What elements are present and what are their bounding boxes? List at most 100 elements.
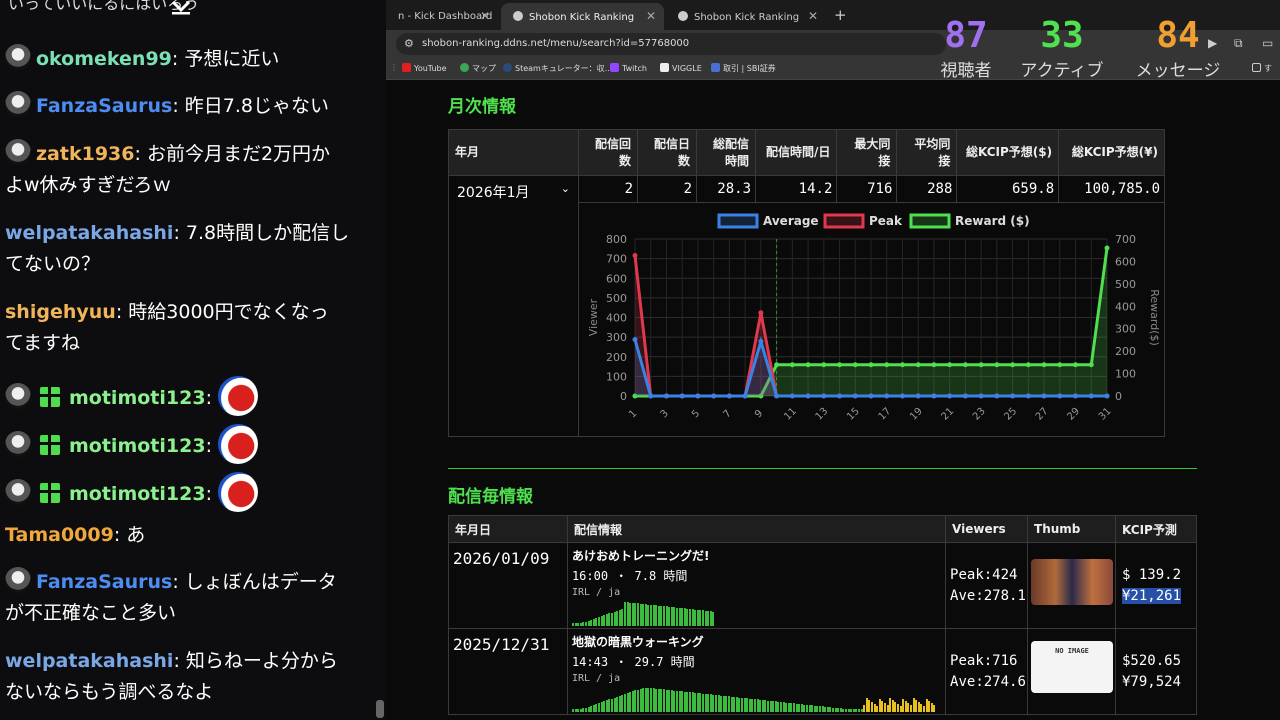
- col-hours-per-day: 配信時間/日: [754, 129, 838, 176]
- chat-username[interactable]: welpatakahashi: [5, 222, 173, 244]
- thumbnail-image[interactable]: [1031, 559, 1114, 605]
- chat-username[interactable]: FanzaSaurus: [36, 571, 172, 593]
- y2-tick-label: 600: [1115, 255, 1136, 268]
- legend-label[interactable]: Peak: [869, 214, 903, 228]
- data-point: [931, 393, 937, 399]
- chat-message: motimoti123:: [5, 472, 370, 512]
- chat-username[interactable]: motimoti123: [69, 435, 206, 457]
- chat-scrollbar[interactable]: [376, 700, 384, 718]
- active-label: アクティブ: [1020, 61, 1104, 81]
- avatar[interactable]: [5, 139, 31, 165]
- avatar[interactable]: [5, 383, 31, 409]
- avatar[interactable]: [5, 44, 31, 70]
- table-row[interactable]: 2025/12/31 地獄の暗黒ウォーキング 14:43 ・ 29.7 時間 I…: [448, 628, 1197, 715]
- no-image-placeholder[interactable]: NO IMAGE: [1031, 641, 1114, 693]
- chat-username[interactable]: motimoti123: [69, 483, 206, 505]
- data-point: [899, 362, 905, 368]
- x-tick-label: 5: [690, 408, 702, 420]
- data-point: [1025, 362, 1031, 368]
- close-icon[interactable]: ✕: [808, 9, 818, 23]
- sidebar-icon[interactable]: ▭: [1262, 36, 1273, 50]
- bookmark-steam[interactable]: Steamキュレーター：収...: [503, 63, 612, 74]
- legend-swatch[interactable]: [909, 213, 951, 229]
- new-tab-icon[interactable]: +: [834, 6, 847, 24]
- legend-label[interactable]: Reward ($): [955, 214, 1030, 228]
- chat-username[interactable]: motimoti123: [69, 387, 206, 409]
- avatar[interactable]: [5, 91, 31, 117]
- stream-time: 14:43 ・ 29.7 時間: [571, 655, 695, 669]
- data-point: [884, 362, 890, 368]
- stream-title[interactable]: あけおめトレーニングだ!: [572, 547, 939, 564]
- chat-text: 知らねーよ分から: [185, 650, 338, 672]
- chat-message: okomeken99: 予想に近い: [5, 44, 370, 75]
- bookmarks-folder[interactable]: す: [1252, 63, 1272, 74]
- y-tick-label: 700: [606, 253, 627, 266]
- col-stream-info: 配信情報: [566, 515, 947, 543]
- cell-kcip-usd: 659.8: [956, 175, 1060, 203]
- viewer-sparkline: [571, 688, 937, 712]
- chat-username[interactable]: FanzaSaurus: [36, 95, 172, 117]
- chat-text: :: [172, 95, 185, 117]
- bookmark-sbi[interactable]: 取引 | SBI証券: [711, 63, 776, 74]
- tab-shobon-ranking-active[interactable]: Shobon Kick Ranking ✕: [501, 3, 664, 30]
- data-point: [758, 310, 764, 316]
- x-tick-label: 27: [1034, 406, 1051, 423]
- bookmark-maps[interactable]: マップ: [460, 63, 496, 74]
- y2-tick-label: 100: [1115, 368, 1136, 381]
- chat-message: FanzaSaurus: しょぼんはデータ が不正確なこと多い: [5, 567, 370, 629]
- tab-shobon-ranking[interactable]: Shobon Kick Ranking ✕: [666, 3, 826, 30]
- chat-text: :: [113, 524, 127, 546]
- close-icon[interactable]: ✕: [480, 9, 490, 23]
- legend-swatch[interactable]: [717, 213, 759, 229]
- data-point: [1041, 393, 1047, 399]
- chevron-down-icon[interactable]: [166, 0, 196, 16]
- x-tick-label: 15: [845, 406, 862, 423]
- col-kcip-usd: 総KCIP予想($): [956, 129, 1060, 176]
- y-tick-label: 300: [606, 331, 627, 344]
- x-tick-label: 31: [1097, 406, 1114, 423]
- close-icon[interactable]: ✕: [646, 9, 656, 23]
- chat-text-cont: てますね: [5, 332, 81, 354]
- chat-username[interactable]: shigehyuu: [5, 301, 116, 323]
- chat-username[interactable]: okomeken99: [36, 48, 172, 70]
- section-divider: [448, 468, 1197, 469]
- legend-swatch[interactable]: [823, 213, 865, 229]
- y2-axis-label: Reward($): [1148, 289, 1161, 346]
- chat-username[interactable]: welpatakahashi: [5, 650, 173, 672]
- tab-kick-dashboard[interactable]: n - Kick Dashboard ✕: [386, 3, 498, 30]
- page-content: 月次情報 年月 配信回数 配信日数 総配信時間 配信時間/日 最大同接 平均同接…: [386, 80, 1280, 720]
- data-point: [805, 393, 811, 399]
- data-point: [1073, 362, 1079, 368]
- stream-info: あけおめトレーニングだ! 16:00 ・ 7.8 時間 IRL / ja: [566, 542, 947, 629]
- chat-text-cont: ないならもう調べるなよ: [5, 681, 214, 703]
- data-point: [711, 393, 717, 399]
- url-field[interactable]: ⚙ shobon-ranking.ddns.net/menu/search?id…: [396, 33, 946, 55]
- bookmark-youtube[interactable]: YouTube: [402, 63, 447, 73]
- stream-title[interactable]: 地獄の暗黒ウォーキング: [572, 633, 939, 650]
- monthly-table: 年月 配信回数 配信日数 総配信時間 配信時間/日 最大同接 平均同接 総KCI…: [448, 129, 1165, 437]
- chat-message: motimoti123:: [5, 424, 370, 464]
- viewers-label: 視聴者: [940, 61, 992, 81]
- table-row[interactable]: 2026/01/09 あけおめトレーニングだ! 16:00 ・ 7.8 時間 I…: [448, 542, 1197, 629]
- chat-username[interactable]: zatk1936: [36, 143, 134, 165]
- y-tick-label: 500: [606, 292, 627, 305]
- bookmark-viggle[interactable]: VIGGLE: [660, 63, 702, 73]
- site-info-icon[interactable]: ⚙: [404, 37, 414, 50]
- bookmark-twitch[interactable]: Twitch: [610, 63, 647, 73]
- peak-viewers: Peak:716: [950, 653, 1018, 669]
- y2-tick-label: 500: [1115, 278, 1136, 291]
- chat-username[interactable]: Tama0009: [5, 524, 114, 546]
- avatar[interactable]: [5, 479, 31, 505]
- stream-meta: IRL / ja: [571, 673, 621, 684]
- chat-text: :: [205, 387, 219, 409]
- avg-viewers: Ave:274.6: [950, 674, 1026, 690]
- extensions-icon[interactable]: ⧉: [1234, 36, 1243, 51]
- avatar[interactable]: [5, 431, 31, 457]
- col-kcip-forecast: KCIP予測: [1115, 515, 1197, 543]
- stream-time: 16:00 ・ 7.8 時間: [571, 569, 688, 583]
- legend-label[interactable]: Average: [763, 214, 819, 228]
- col-viewers: Viewers: [945, 515, 1029, 543]
- month-select[interactable]: 2026年1月 ⌄: [448, 175, 579, 437]
- avatar[interactable]: [5, 567, 31, 593]
- data-point: [947, 393, 953, 399]
